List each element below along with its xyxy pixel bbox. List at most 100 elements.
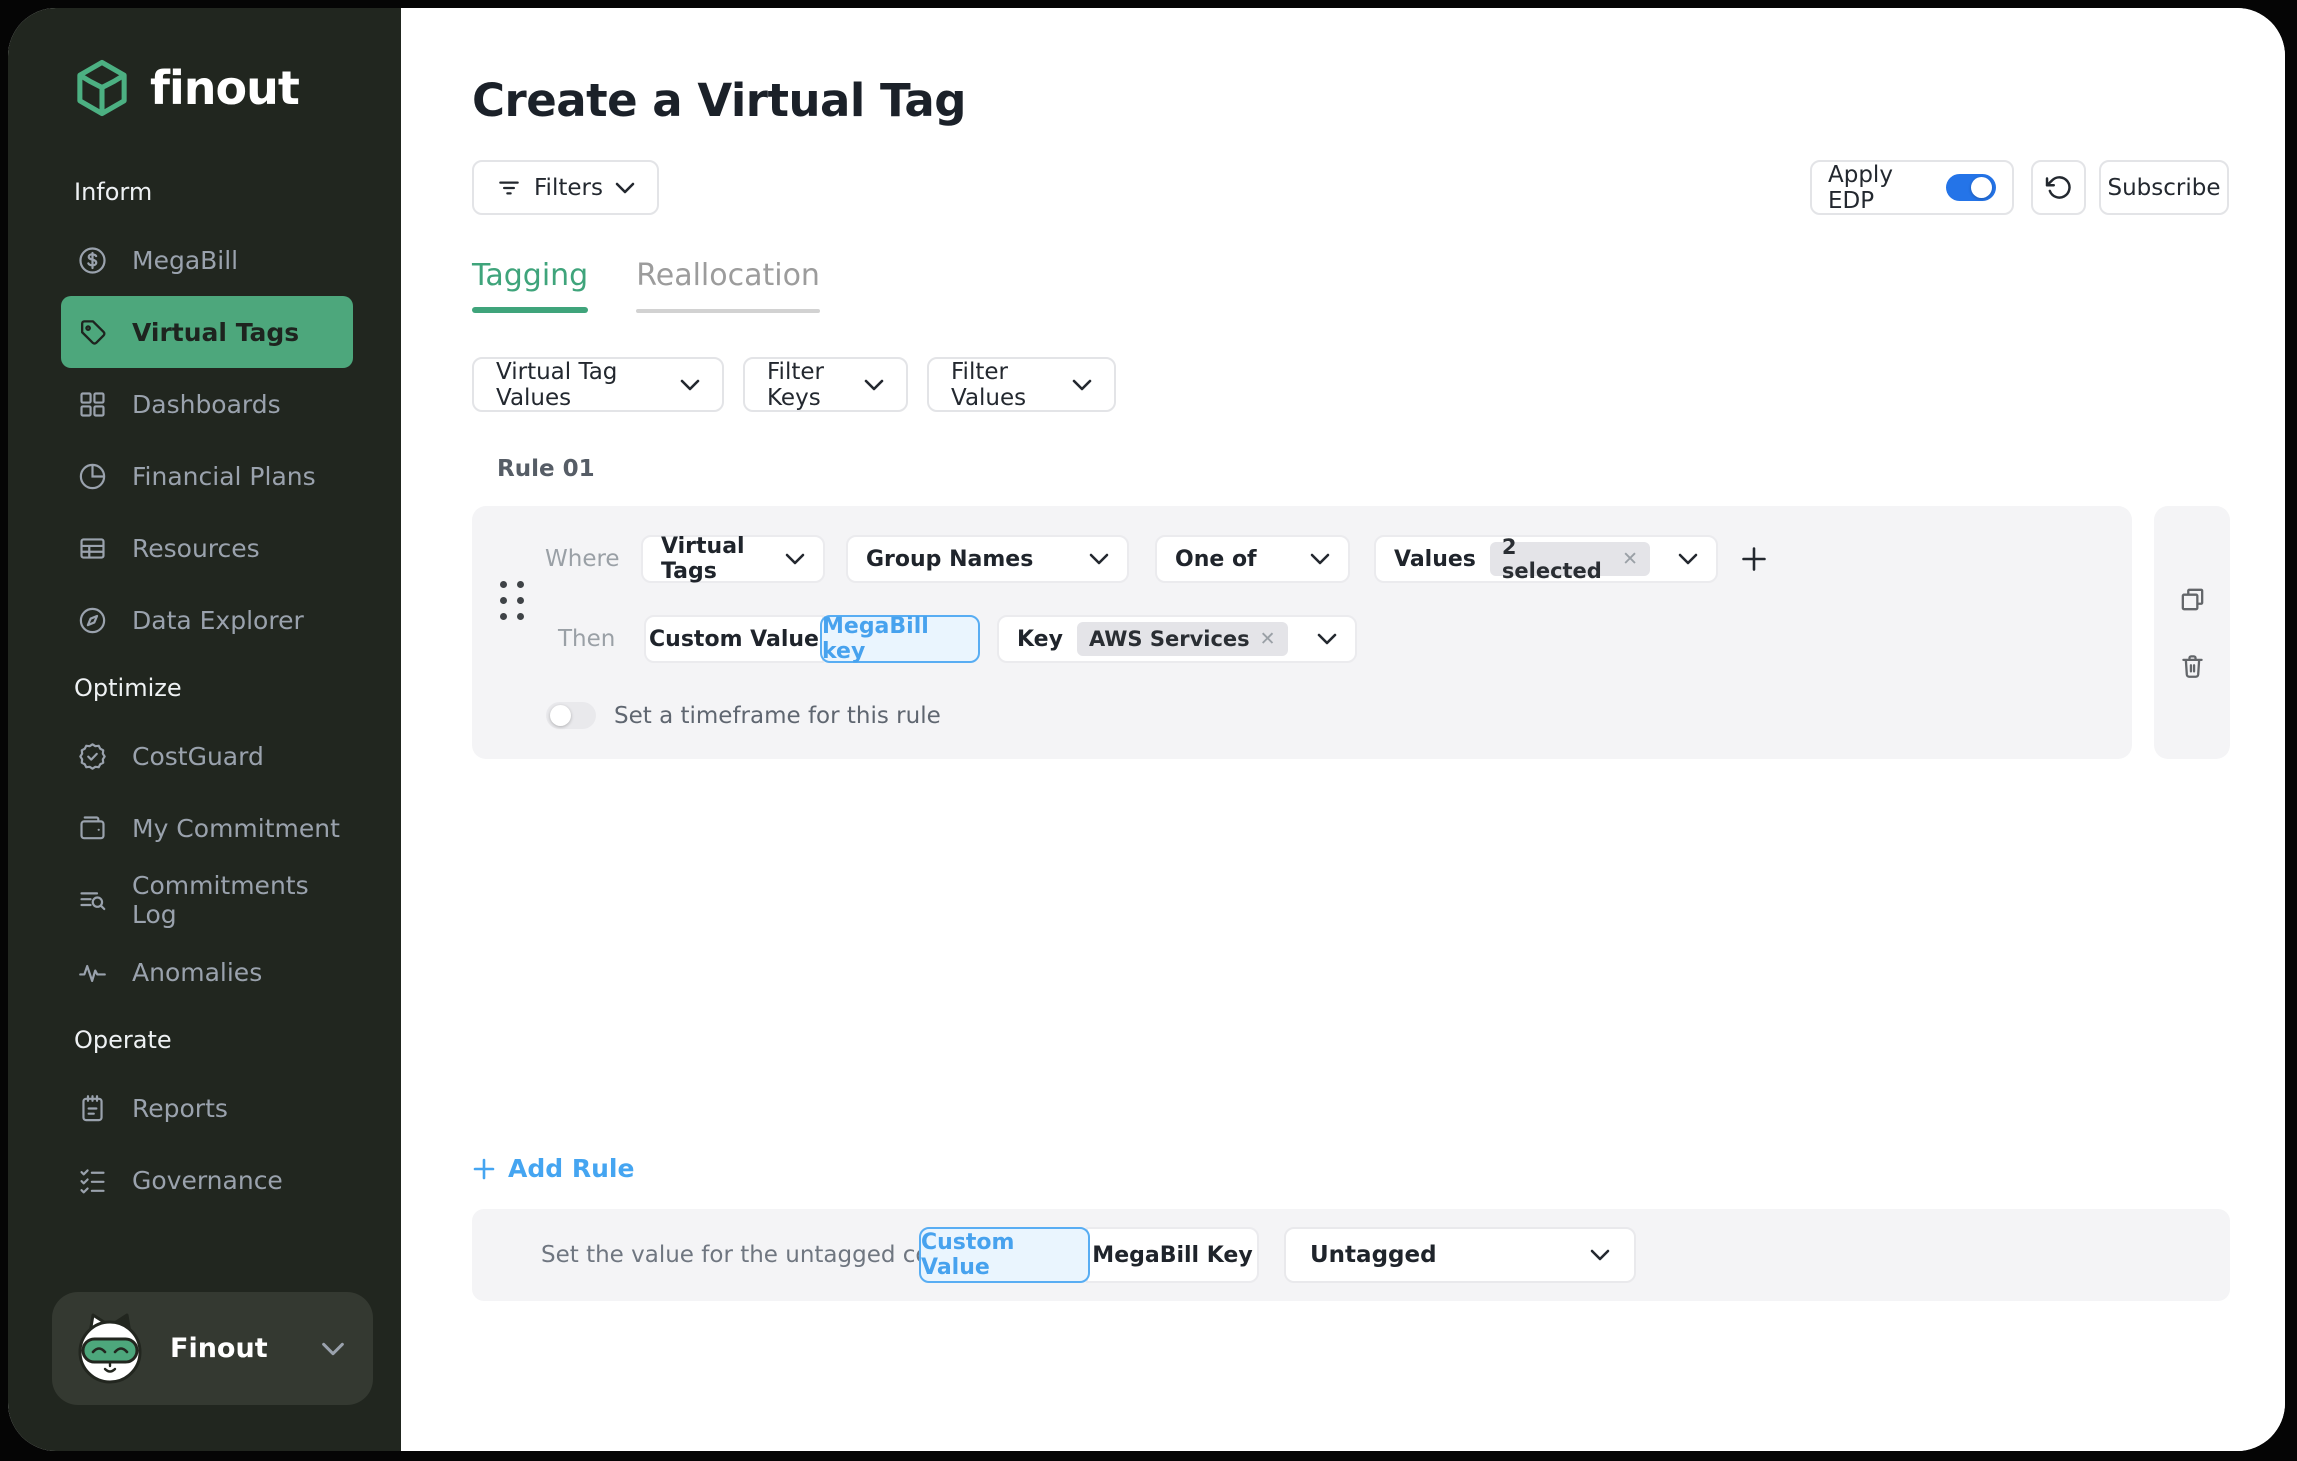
user-avatar [72, 1311, 148, 1387]
sidebar-item-governance[interactable]: Governance [61, 1144, 353, 1216]
filters-button[interactable]: Filters [472, 160, 659, 215]
add-condition-button[interactable] [1730, 535, 1778, 583]
tag-icon [77, 317, 108, 348]
dollar-circle-icon [77, 245, 108, 276]
where-dimension-dropdown[interactable]: Virtual Tags [641, 535, 825, 583]
badge-check-icon [77, 741, 108, 772]
sidebar-item-commitments-log[interactable]: Commitments Log [61, 864, 353, 936]
untagged-megabill-key-segment[interactable]: MegaBill Key [1086, 1227, 1259, 1283]
sidebar-item-megabill[interactable]: MegaBill [61, 224, 353, 296]
tab-reallocation[interactable]: Reallocation [636, 258, 820, 313]
key-chip: AWS Services ✕ [1077, 622, 1288, 656]
notepad-icon [77, 1093, 108, 1124]
where-values-dropdown[interactable]: Values 2 selected ✕ [1374, 535, 1718, 583]
chevron-down-icon [1310, 553, 1330, 565]
sidebar: finout Inform MegaBill Virtual Tags Dash… [8, 8, 401, 1451]
rule-actions-card [2154, 506, 2230, 759]
list-search-icon [77, 885, 108, 916]
where-label: Where [545, 535, 620, 583]
sidebar-item-label: Resources [132, 534, 260, 563]
segment-label: Custom Value [921, 1230, 1088, 1280]
finout-logo[interactable]: finout [70, 56, 401, 120]
virtual-tag-values-dropdown[interactable]: Virtual Tag Values [472, 357, 724, 412]
untagged-value-dropdown[interactable]: Untagged [1284, 1227, 1636, 1283]
sidebar-item-label: My Commitment [132, 814, 340, 843]
megabill-key-segment[interactable]: MegaBill key [820, 615, 980, 663]
apply-edp-label: Apply EDP [1828, 162, 1934, 214]
chip-label: 2 selected [1502, 535, 1612, 583]
sidebar-item-label: Commitments Log [132, 871, 353, 929]
chevron-down-icon [1072, 379, 1092, 391]
chip-label: AWS Services [1089, 627, 1250, 651]
plus-icon [472, 1157, 496, 1181]
add-rule-button[interactable]: Add Rule [472, 1154, 634, 1183]
sidebar-item-my-commitment[interactable]: My Commitment [61, 792, 353, 864]
sidebar-item-dashboards[interactable]: Dashboards [61, 368, 353, 440]
add-rule-label: Add Rule [508, 1154, 634, 1183]
sidebar-item-reports[interactable]: Reports [61, 1072, 353, 1144]
sidebar-item-anomalies[interactable]: Anomalies [61, 936, 353, 1008]
finout-cube-icon [70, 56, 134, 120]
apply-edp-control: Apply EDP [1810, 160, 2014, 215]
sidebar-item-label: Reports [132, 1094, 228, 1123]
chevron-down-icon [615, 182, 635, 194]
toggle-knob [1971, 177, 1992, 198]
sidebar-item-virtual-tags[interactable]: Virtual Tags [61, 296, 353, 368]
custom-value-segment[interactable]: Custom Value [644, 615, 824, 663]
sidebar-section-operate: Operate [8, 1008, 401, 1072]
pie-chart-icon [77, 461, 108, 492]
sidebar-item-label: CostGuard [132, 742, 264, 771]
chevron-down-icon [1317, 633, 1337, 645]
table-icon [77, 533, 108, 564]
sidebar-item-data-explorer[interactable]: Data Explorer [61, 584, 353, 656]
chip-remove-icon[interactable]: ✕ [1622, 548, 1638, 570]
sidebar-item-label: Virtual Tags [132, 318, 299, 347]
tab-underline [472, 307, 588, 313]
sidebar-item-label: MegaBill [132, 246, 238, 275]
timeframe-label: Set a timeframe for this rule [614, 703, 941, 729]
sidebar-item-label: Dashboards [132, 390, 281, 419]
where-operator-dropdown[interactable]: One of [1155, 535, 1350, 583]
rule-title: Rule 01 [497, 456, 595, 482]
timeframe-toggle[interactable] [546, 702, 596, 729]
filter-dropdown-row: Virtual Tag Values Filter Keys Filter Va… [472, 357, 1116, 412]
chevron-down-icon [1678, 553, 1698, 565]
duplicate-rule-icon[interactable] [2178, 585, 2207, 614]
subscribe-label: Subscribe [2107, 175, 2220, 201]
where-field-dropdown[interactable]: Group Names [846, 535, 1129, 583]
subscribe-button[interactable]: Subscribe [2099, 160, 2229, 215]
chevron-down-icon [785, 553, 805, 565]
then-key-dropdown[interactable]: Key AWS Services ✕ [997, 615, 1357, 663]
tab-tagging[interactable]: Tagging [472, 258, 588, 313]
drag-handle-icon[interactable] [500, 581, 524, 620]
user-name: Finout [170, 1333, 321, 1364]
apply-edp-toggle[interactable] [1946, 174, 1996, 201]
dropdown-label: Filter Keys [767, 359, 846, 411]
rule-card: Where Virtual Tags Group Names One of Va… [472, 506, 2132, 759]
sidebar-item-resources[interactable]: Resources [61, 512, 353, 584]
then-value-type-segment: Custom Value MegaBill key [644, 615, 980, 663]
chevron-down-icon [680, 379, 700, 391]
sidebar-item-financial-plans[interactable]: Financial Plans [61, 440, 353, 512]
user-menu[interactable]: Finout [52, 1292, 373, 1405]
delete-rule-icon[interactable] [2178, 652, 2207, 681]
segment-label: Custom Value [649, 627, 819, 652]
grid-icon [77, 389, 108, 420]
dropdown-value: One of [1175, 547, 1257, 572]
logo-text: finout [150, 61, 299, 115]
sidebar-item-costguard[interactable]: CostGuard [61, 720, 353, 792]
untagged-custom-value-segment[interactable]: Custom Value [919, 1227, 1090, 1283]
values-chip: 2 selected ✕ [1490, 542, 1650, 576]
sidebar-item-label: Data Explorer [132, 606, 304, 635]
main-content: Create a Virtual Tag Filters Apply EDP S… [401, 8, 2285, 1451]
chip-remove-icon[interactable]: ✕ [1260, 628, 1276, 650]
sidebar-nav: Inform MegaBill Virtual Tags Dashboards … [8, 160, 401, 1216]
dropdown-value: Group Names [866, 547, 1033, 572]
tabs: Tagging Reallocation [472, 258, 820, 313]
sidebar-section-optimize: Optimize [8, 656, 401, 720]
filter-values-dropdown[interactable]: Filter Values [927, 357, 1116, 412]
sidebar-item-label: Governance [132, 1166, 283, 1195]
filter-keys-dropdown[interactable]: Filter Keys [743, 357, 908, 412]
refresh-button[interactable] [2031, 160, 2086, 215]
segment-label: MegaBill key [822, 614, 978, 664]
